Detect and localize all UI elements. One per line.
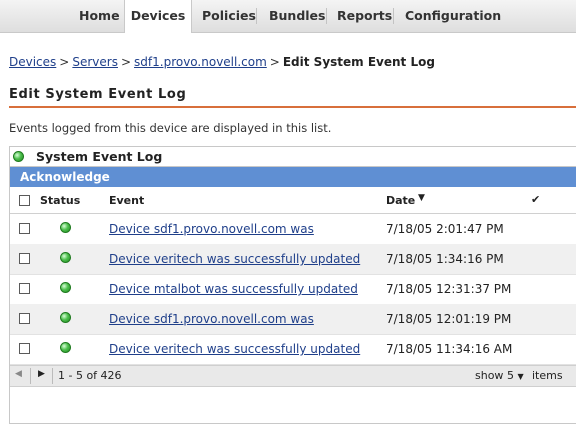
page-title: Edit System Event Log xyxy=(9,87,187,102)
table-row: Device mtalbot was successfully updated … xyxy=(10,274,576,305)
column-header-event: Event xyxy=(109,194,145,207)
items-label: items xyxy=(532,369,563,382)
row-checkbox[interactable] xyxy=(19,313,30,324)
breadcrumb-device-link[interactable]: sdf1.provo.novell.com xyxy=(134,55,267,69)
select-all-checkbox[interactable] xyxy=(19,195,30,206)
tab-divider xyxy=(256,8,257,24)
panel-title: System Event Log xyxy=(36,149,163,164)
checkmark-icon: ✔ xyxy=(531,193,541,206)
panel-header: System Event Log xyxy=(10,147,576,167)
event-date: 7/18/05 11:34:16 AM xyxy=(386,342,513,356)
page-size-value: 5 xyxy=(507,369,514,382)
breadcrumb-current: Edit System Event Log xyxy=(282,55,435,69)
acknowledge-button[interactable]: Acknowledge xyxy=(20,170,110,184)
status-ok-icon xyxy=(60,342,71,353)
event-date: 7/18/05 12:01:19 PM xyxy=(386,312,512,326)
tab-divider xyxy=(326,8,327,24)
breadcrumb-servers-link[interactable]: Servers xyxy=(72,55,118,69)
top-nav: Home Devices Policies Bundles Reports Co… xyxy=(0,0,576,33)
tab-policies[interactable]: Policies xyxy=(202,0,256,32)
event-link[interactable]: Device sdf1.provo.novell.com was xyxy=(109,222,314,236)
pagination-bar: ◀ ▶ 1 - 5 of 426 show 5 ▼ items xyxy=(10,365,576,387)
status-ok-icon xyxy=(13,151,24,162)
chevron-down-icon: ▼ xyxy=(517,372,524,381)
row-checkbox[interactable] xyxy=(19,223,30,234)
pager-divider xyxy=(52,368,53,384)
tab-reports[interactable]: Reports xyxy=(337,0,392,32)
row-checkbox[interactable] xyxy=(19,343,30,354)
status-ok-icon xyxy=(60,312,71,323)
table-row: Device sdf1.provo.novell.com was 7/18/05… xyxy=(10,214,576,245)
table-row: Device veritech was successfully updated… xyxy=(10,244,576,275)
tab-home[interactable]: Home xyxy=(79,0,120,32)
action-bar: Acknowledge xyxy=(10,167,576,187)
next-page-icon[interactable]: ▶ xyxy=(38,369,45,379)
show-label: show xyxy=(475,369,504,382)
title-divider xyxy=(9,106,576,108)
event-date: 7/18/05 12:31:37 PM xyxy=(386,282,512,296)
event-link[interactable]: Device mtalbot was successfully updated xyxy=(109,282,358,296)
pager-divider xyxy=(30,368,31,384)
column-header-status: Status xyxy=(40,194,81,207)
event-link[interactable]: Device sdf1.provo.novell.com was xyxy=(109,312,314,326)
previous-page-icon[interactable]: ◀ xyxy=(15,369,22,379)
event-date: 7/18/05 1:34:16 PM xyxy=(386,252,504,266)
breadcrumb-separator: > xyxy=(59,55,70,69)
breadcrumb-devices-link[interactable]: Devices xyxy=(9,55,56,69)
column-header-date[interactable]: Date xyxy=(386,194,415,207)
table-row: Device sdf1.provo.novell.com was 7/18/05… xyxy=(10,304,576,335)
row-checkbox[interactable] xyxy=(19,253,30,264)
tab-divider xyxy=(393,8,394,24)
tab-configuration[interactable]: Configuration xyxy=(405,0,501,32)
tab-bundles[interactable]: Bundles xyxy=(269,0,325,32)
breadcrumb-separator: > xyxy=(269,55,280,69)
table-row: Device veritech was successfully updated… xyxy=(10,334,576,365)
tab-devices[interactable]: Devices xyxy=(124,0,192,33)
breadcrumb-separator: > xyxy=(120,55,132,69)
status-ok-icon xyxy=(60,222,71,233)
event-link[interactable]: Device veritech was successfully updated xyxy=(109,342,360,356)
table-header: Status Event Date ▼ ✔ xyxy=(10,187,576,214)
page-size-select[interactable]: 5 ▼ xyxy=(507,369,524,382)
pagination-range: 1 - 5 of 426 xyxy=(58,369,122,382)
status-ok-icon xyxy=(60,282,71,293)
system-event-log-panel: System Event Log Acknowledge Status Even… xyxy=(9,146,576,424)
page-description: Events logged from this device are displ… xyxy=(9,121,332,135)
sort-descending-icon[interactable]: ▼ xyxy=(418,193,425,203)
row-checkbox[interactable] xyxy=(19,283,30,294)
event-link[interactable]: Device veritech was successfully updated xyxy=(109,252,360,266)
event-date: 7/18/05 2:01:47 PM xyxy=(386,222,504,236)
breadcrumb: Devices > Servers > sdf1.provo.novell.com > Ed… xyxy=(9,55,435,69)
status-ok-icon xyxy=(60,252,71,263)
